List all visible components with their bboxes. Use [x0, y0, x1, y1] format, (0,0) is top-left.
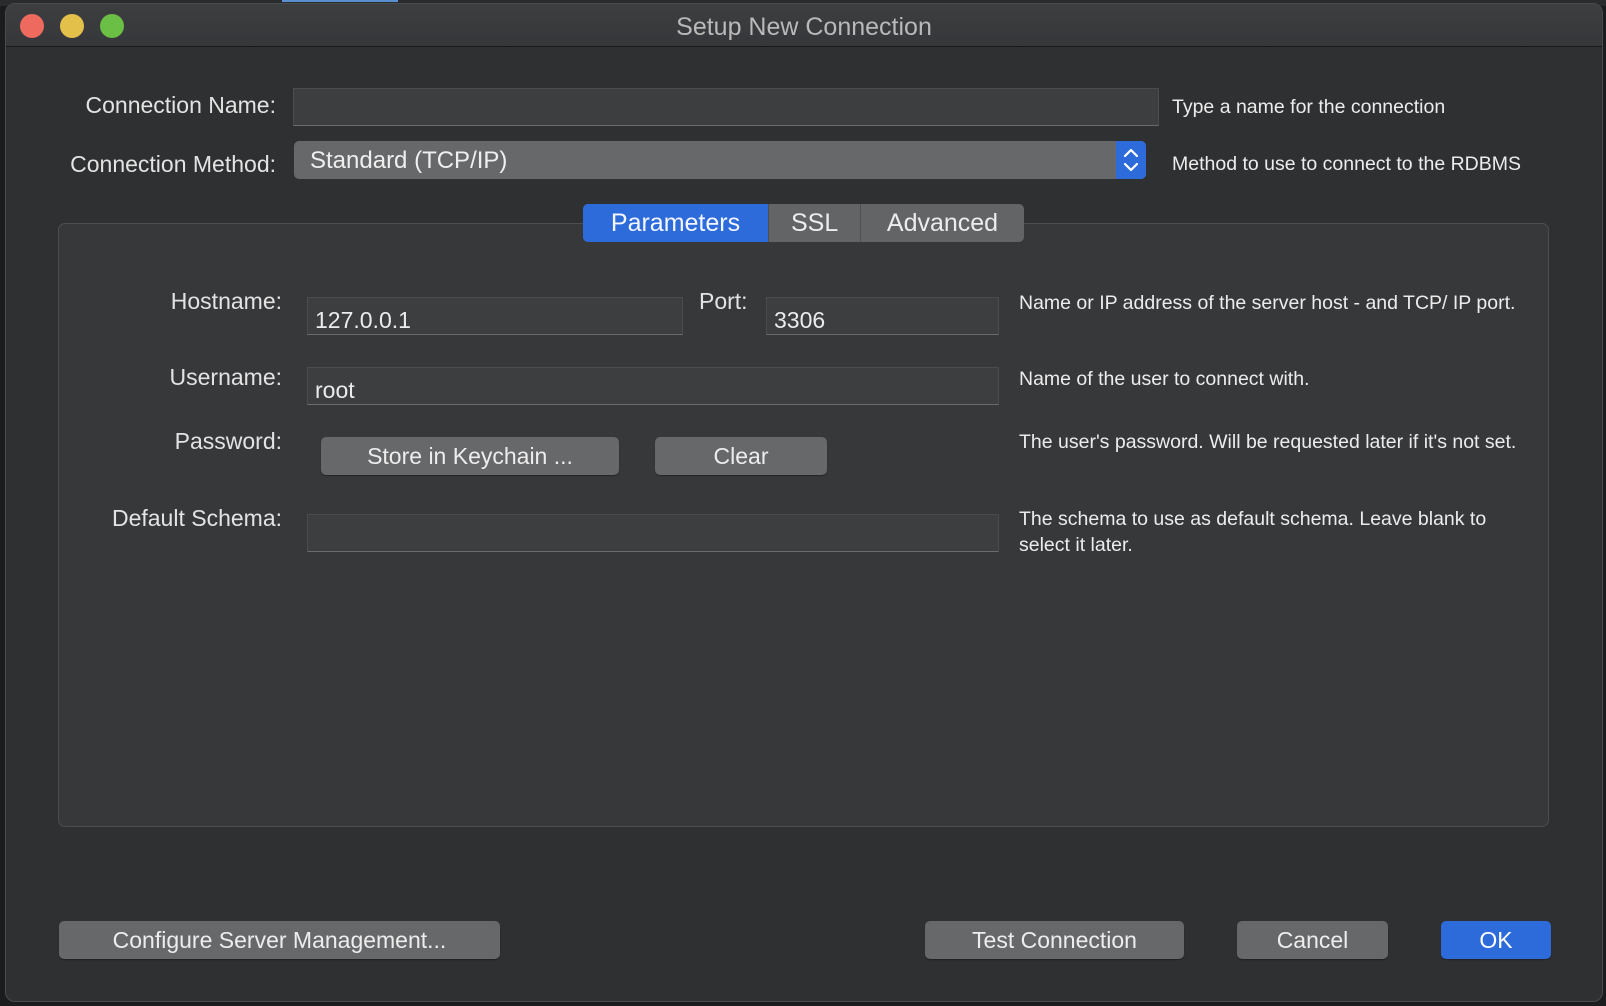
- username-hint: Name of the user to connect with.: [1019, 368, 1310, 390]
- password-label: Password:: [174, 428, 282, 454]
- host-port-hint: Name or IP address of the server host - …: [1019, 292, 1516, 314]
- default-schema-input[interactable]: [307, 514, 999, 552]
- connection-method-select[interactable]: Standard (TCP/IP): [294, 141, 1146, 179]
- connection-method-hint: Method to use to connect to the RDBMS: [1172, 153, 1522, 175]
- test-connection-button[interactable]: Test Connection: [925, 921, 1184, 959]
- cancel-button[interactable]: Cancel: [1237, 921, 1388, 959]
- configure-server-management-button[interactable]: Configure Server Management...: [59, 921, 500, 959]
- connection-method-label: Connection Method:: [70, 151, 276, 177]
- hostname-label: Hostname:: [170, 288, 282, 314]
- connection-name-hint: Type a name for the connection: [1172, 96, 1446, 118]
- connection-name-input[interactable]: [293, 88, 1159, 126]
- select-stepper[interactable]: [1116, 141, 1146, 179]
- username-input[interactable]: [307, 367, 999, 405]
- default-schema-hint: The schema to use as default schema. Lea…: [1019, 508, 1487, 556]
- tab-advanced[interactable]: Advanced: [860, 204, 1024, 242]
- username-label: Username:: [169, 364, 282, 390]
- tab-parameters[interactable]: Parameters: [583, 204, 768, 242]
- setup-connection-dialog: Setup New Connection Connection Name: Ty…: [5, 3, 1603, 1002]
- tab-bar: Parameters SSL Advanced: [583, 204, 1024, 242]
- connection-name-label: Connection Name:: [85, 92, 277, 118]
- window-title: Setup New Connection: [676, 13, 932, 41]
- store-in-keychain-button[interactable]: Store in Keychain ...: [321, 437, 619, 475]
- clear-password-button[interactable]: Clear: [655, 437, 827, 475]
- title-bar: Setup New Connection: [6, 4, 1602, 47]
- hostname-input[interactable]: [307, 297, 683, 335]
- background-highlight: [282, 0, 398, 2]
- connection-method-value: Standard (TCP/IP): [310, 147, 508, 174]
- tab-ssl[interactable]: SSL: [768, 204, 860, 242]
- port-label: Port:: [699, 288, 748, 314]
- default-schema-label: Default Schema:: [111, 505, 282, 531]
- password-hint: The user's password. Will be requested l…: [1019, 431, 1517, 453]
- ok-button[interactable]: OK: [1441, 921, 1551, 959]
- port-input[interactable]: [766, 297, 999, 335]
- chevron-up-down-icon: [1123, 148, 1139, 172]
